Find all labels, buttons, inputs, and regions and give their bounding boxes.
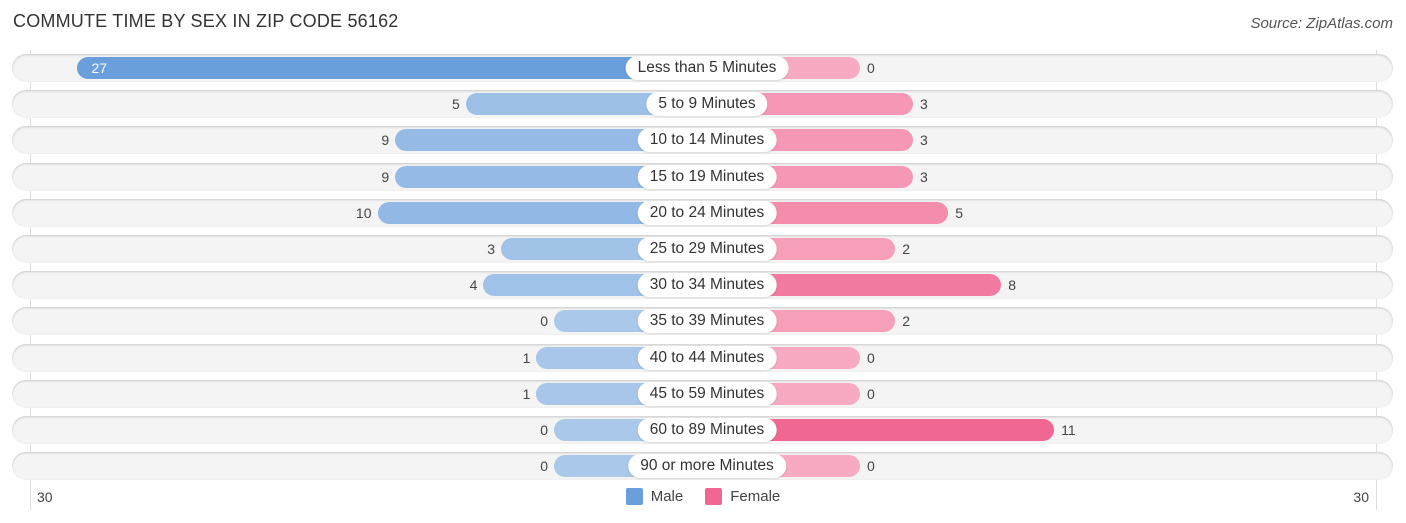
- category-label: 90 or more Minutes: [628, 454, 786, 479]
- value-label-male: 3: [487, 241, 496, 257]
- value-label-male: 0: [540, 422, 548, 438]
- legend-label-male: Male: [650, 488, 684, 505]
- value-label-female: 5: [955, 204, 964, 221]
- value-label-female: 11: [1061, 422, 1076, 438]
- male-swatch: [625, 488, 643, 505]
- value-label-male: 9: [381, 132, 390, 149]
- female-swatch: [705, 488, 723, 505]
- legend-item-female[interactable]: Female: [705, 488, 780, 505]
- value-label-male: 27: [91, 60, 108, 76]
- bar-male[interactable]: [77, 57, 707, 79]
- chart-title: COMMUTE TIME BY SEX IN ZIP CODE 56162: [13, 11, 399, 31]
- value-label-male: 9: [381, 168, 390, 185]
- value-label-female: 3: [919, 132, 928, 149]
- category-label: 60 to 89 Minutes: [637, 418, 777, 442]
- value-label-male: 10: [355, 204, 372, 221]
- value-label-male: 0: [540, 458, 548, 475]
- value-label-female: 0: [867, 458, 875, 475]
- value-label-female: 3: [919, 96, 928, 113]
- value-label-female: 3: [919, 168, 928, 185]
- category-label: 25 to 29 Minutes: [637, 237, 777, 261]
- category-label: 20 to 24 Minutes: [637, 200, 777, 225]
- category-label: 15 to 19 Minutes: [637, 164, 777, 189]
- value-label-male: 1: [522, 349, 531, 366]
- source-label: Source: ZipAtlas.com: [1250, 15, 1393, 32]
- legend-label-female: Female: [730, 488, 781, 505]
- value-label-male: 5: [451, 96, 460, 113]
- category-label: 40 to 44 Minutes: [637, 345, 777, 370]
- value-label-female: 0: [867, 385, 875, 402]
- value-label-male: 1: [522, 385, 531, 402]
- legend: Male Female: [0, 488, 1406, 505]
- category-label: 5 to 9 Minutes: [646, 92, 768, 117]
- category-label: 10 to 14 Minutes: [637, 128, 777, 153]
- value-label-female: 0: [867, 60, 875, 76]
- value-label-female: 2: [902, 313, 911, 330]
- value-label-female: 2: [902, 241, 911, 257]
- value-label-male: 0: [540, 313, 548, 330]
- category-label: 35 to 39 Minutes: [637, 309, 777, 334]
- category-label: Less than 5 Minutes: [625, 56, 789, 80]
- legend-item-male[interactable]: Male: [625, 488, 684, 505]
- category-label: 45 to 59 Minutes: [637, 381, 777, 406]
- value-label-female: 0: [867, 349, 875, 366]
- value-label-male: 4: [469, 277, 478, 294]
- category-label: 30 to 34 Minutes: [637, 273, 777, 298]
- value-label-female: 8: [1008, 277, 1016, 294]
